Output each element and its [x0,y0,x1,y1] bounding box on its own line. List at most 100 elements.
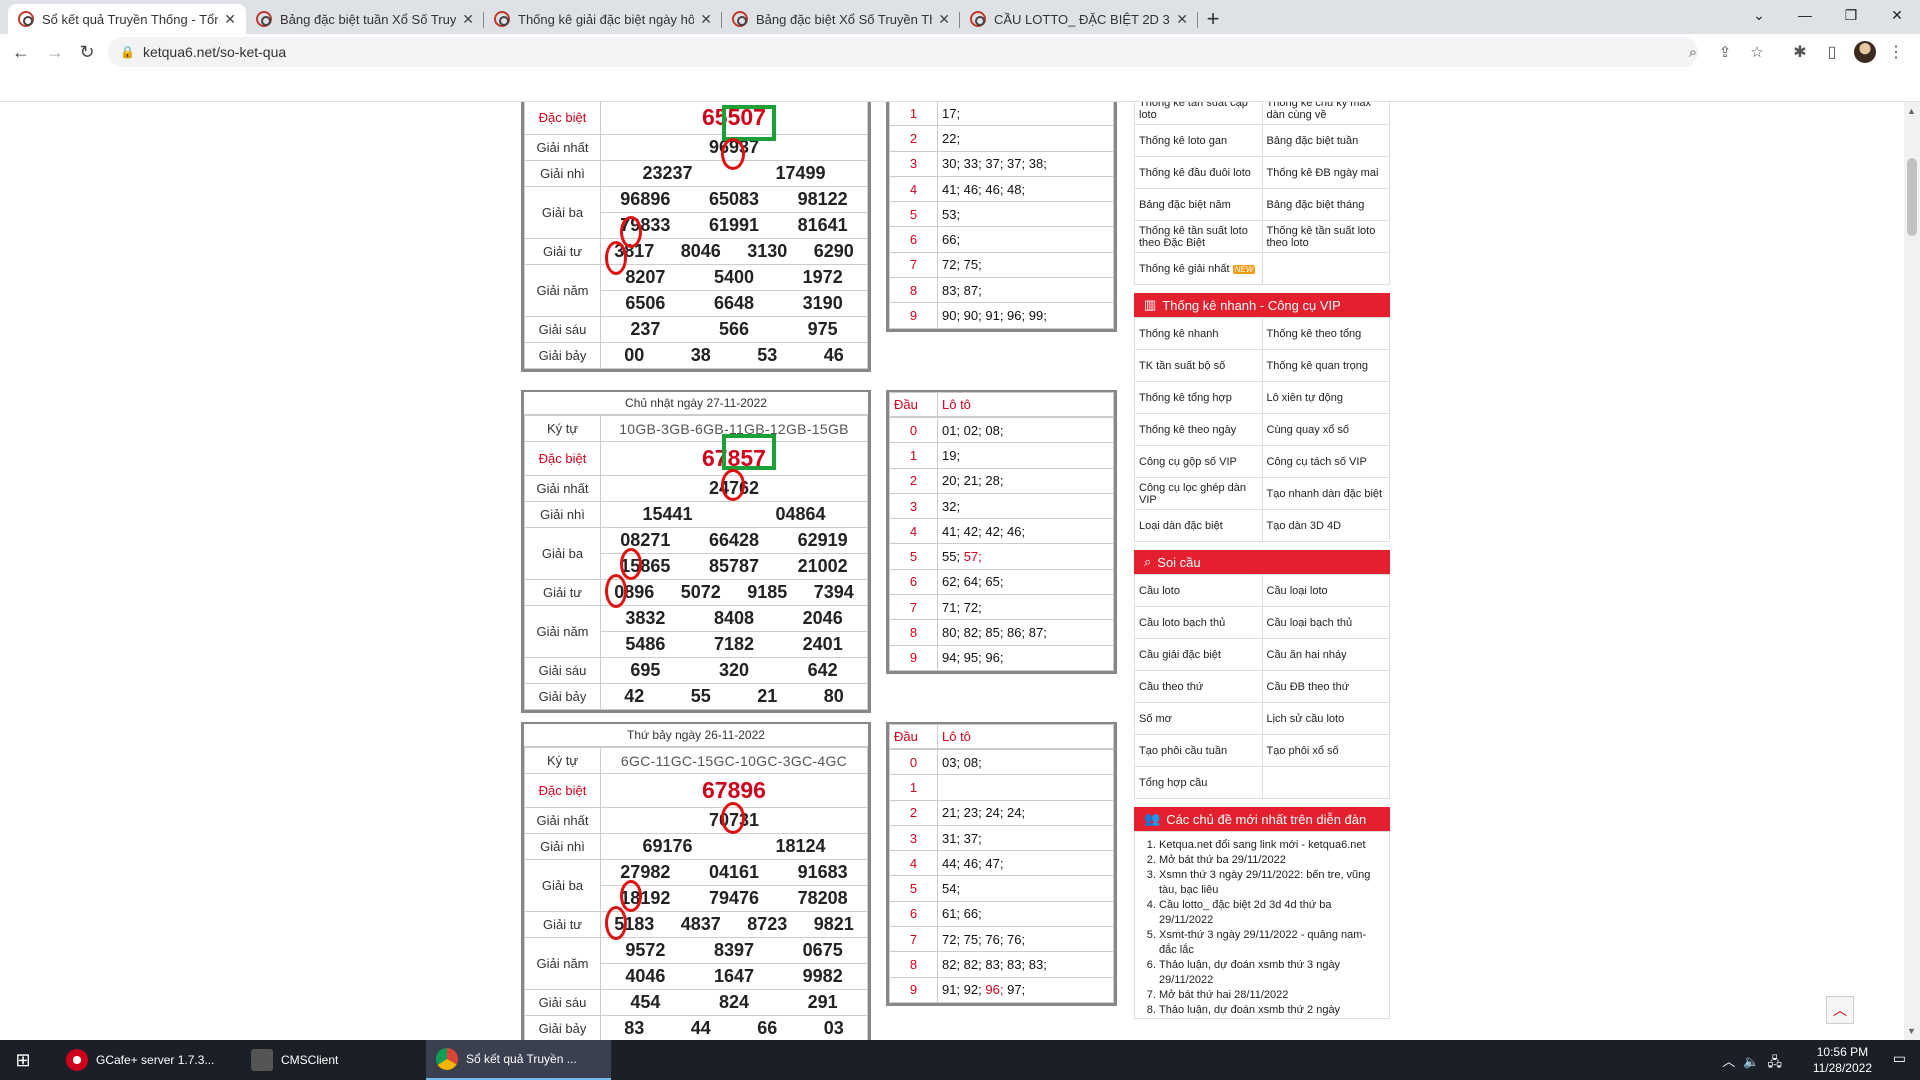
sidebar-link[interactable]: Thống kê tần suất loto theo loto [1261,220,1390,253]
scroll-down-icon[interactable]: ▼ [1907,1026,1916,1036]
side-panel-icon[interactable]: ▯ [1816,34,1848,70]
chevron-up-icon[interactable]: ︿ [1722,1054,1743,1069]
volume-icon[interactable]: 🔈 [1743,1054,1767,1069]
sidebar-link[interactable]: Số mơ [1134,702,1263,735]
prize-label: Giải nhì [524,833,601,860]
notification-icon[interactable]: ▭ [1893,1050,1906,1067]
prize-value: 9982 [802,966,843,986]
close-icon[interactable]: ✕ [224,11,236,28]
sidebar-link[interactable]: Cầu loại loto [1261,574,1390,607]
sidebar-link[interactable]: Cầu theo thứ [1134,670,1263,703]
back-icon[interactable]: ← [4,35,38,69]
extensions-icon[interactable]: ✱ [1784,34,1816,70]
sidebar-link[interactable]: Cầu giải đặc biệt [1134,638,1263,671]
sidebar-link[interactable]: Cầu loại bạch thủ [1261,606,1390,639]
sidebar-link[interactable]: Cầu loto bạch thủ [1134,606,1263,639]
maximize-icon[interactable]: ❐ [1828,0,1874,30]
prize-value: 81641 [797,215,848,235]
sidebar-link[interactable]: Thống kê tần suất loto theo Đặc Biệt [1134,220,1263,253]
close-icon[interactable]: ✕ [938,11,950,28]
browser-tab[interactable]: CẦU LOTTO_ ĐẶC BIỆT 2D 3D 4D ✕ [960,4,1198,34]
prize-value: 85787 [708,556,760,576]
sidebar-link[interactable]: Bảng đặc biệt tuần [1261,124,1390,157]
sidebar-link[interactable]: Thống kê giải nhất NEW [1134,252,1263,285]
sidebar-link[interactable]: Thống kê ĐB ngày mai [1261,156,1390,189]
forum-topic-link[interactable]: Mở bát thứ ba 29/11/2022 [1159,853,1383,868]
lock-icon[interactable]: 🔒 [120,45,135,59]
close-icon[interactable]: ✕ [700,11,712,28]
sidebar-link[interactable]: Tạo phôi xổ số [1261,734,1390,767]
sidebar-link[interactable]: Cùng quay xổ số [1261,413,1390,446]
prize-value: 8397 [713,940,755,960]
forum-topic-link[interactable]: Cầu lotto_ đặc biệt 2d 3d 4d thứ ba 29/1… [1159,898,1383,928]
forum-topic-link[interactable]: Xsmt-thứ 3 ngày 29/11/2022 - quảng nam-đ… [1159,928,1383,958]
sidebar-link[interactable]: Thống kê theo tổng [1261,317,1390,350]
taskbar-item[interactable]: CMSClient [241,1040,426,1080]
network-icon[interactable]: 🖧 [1768,1054,1791,1069]
minimize-icon[interactable]: — [1782,0,1828,30]
browser-tab[interactable]: Bảng đặc biệt tuần Xổ Số Truyền ✕ [246,4,484,34]
scroll-up-icon[interactable]: ▲ [1907,106,1916,116]
sidebar-link[interactable]: Cầu ăn hai nháy [1261,638,1390,671]
sidebar-link[interactable]: Cầu ĐB theo thứ [1261,670,1390,703]
prize-label: Giải ba [524,186,601,239]
forum-topic-link[interactable]: Ketqua.net đổi sang link mới - ketqua6.n… [1159,838,1383,853]
share-icon[interactable]: ⇪ [1710,37,1740,67]
reload-icon[interactable]: ↻ [70,35,104,69]
loto-text: 03; 08; [942,754,982,770]
sidebar-link[interactable]: Công cụ gộp số VIP [1134,445,1263,478]
sidebar-link[interactable]: Thống kê tần suất cặp loto [1134,102,1263,125]
new-badge: NEW [1232,264,1256,274]
forum-topic-link[interactable]: Xsmn thứ 3 ngày 29/11/2022: bến tre, vũn… [1159,868,1383,898]
vertical-scrollbar[interactable]: ▲ ▼ [1904,102,1920,1040]
sidebar-link[interactable]: Thống kê tổng hợp [1134,381,1263,414]
sidebar-link[interactable]: Công cụ lọc ghép dàn VIP [1134,477,1263,510]
windows-start-icon[interactable]: ⊞ [0,1040,46,1080]
scrollbar-thumb[interactable] [1907,158,1917,236]
tab-search-icon[interactable]: ⌄ [1736,0,1782,30]
scroll-top-icon[interactable]: ︿ [1826,996,1854,1024]
forum-topic-link[interactable]: Thảo luận, dự đoán xsmb thứ 2 ngày [1159,1003,1383,1018]
prize-value: 5072 [680,582,721,602]
sidebar-link[interactable]: Thống kê loto gan [1134,124,1263,157]
sidebar-link[interactable]: Bảng đặc biệt tháng [1261,188,1390,221]
sidebar-link[interactable]: Thống kê theo ngày [1134,413,1263,446]
sidebar-link[interactable]: Bảng đặc biệt năm [1134,188,1263,221]
close-icon[interactable]: ✕ [462,11,474,28]
sidebar-link[interactable]: Thống kê chu kỳ max dàn cùng về [1261,102,1390,125]
forum-topic-link[interactable]: Thảo luận, dự đoán xsmb thứ 3 ngày 29/11… [1159,958,1383,988]
clock[interactable]: 10:56 PM 11/28/2022 [1813,1044,1872,1076]
new-tab-icon[interactable]: + [1198,4,1228,34]
sidebar-link[interactable]: Loại dàn đặc biệt [1134,509,1263,542]
sidebar-link[interactable]: Tạo phôi cầu tuần [1134,734,1263,767]
bookmark-star-icon[interactable]: ☆ [1742,37,1772,67]
sidebar-link[interactable]: Thống kê nhanh [1134,317,1263,350]
menu-icon[interactable]: ⋮ [1880,34,1912,70]
sidebar-link[interactable]: Lịch sử cầu loto [1261,702,1390,735]
taskbar-item[interactable]: GCafe+ server 1.7.3... [56,1040,241,1080]
sidebar-link[interactable]: Cầu loto [1134,574,1263,607]
forward-icon[interactable]: → [38,35,72,69]
sidebar-link[interactable]: Lô xiên tự động [1261,381,1390,414]
window-close-icon[interactable]: ✕ [1874,0,1920,30]
browser-tab[interactable]: Bảng đặc biệt Xổ Số Truyền Thốn ✕ [722,4,960,34]
taskbar-item[interactable]: Sổ kết quả Truyền ... [426,1040,611,1080]
avatar[interactable] [1854,41,1876,63]
forum-topic-link[interactable]: Mở bát thứ hai 28/11/2022 [1159,988,1383,1003]
sidebar-link[interactable]: Thống kê đầu đuôi loto [1134,156,1263,189]
browser-tab[interactable]: Sổ kết quả Truyền Thống - Tổng ✕ [8,4,246,34]
sidebar-link[interactable]: TK tần suất bộ số [1134,349,1263,382]
address-bar[interactable]: 🔒 ketqua6.net/so-ket-qua ⌕ ⇪ ☆ [108,37,1764,67]
sidebar-link[interactable]: Công cụ tách số VIP [1261,445,1390,478]
sidebar-link[interactable]: Tạo dàn 3D 4D [1261,509,1390,542]
system-tray[interactable]: ︿🔈🖧 [1722,1051,1790,1075]
browser-tab[interactable]: Thống kê giải đặc biệt ngày hôm ✕ [484,4,722,34]
section-title: Các chủ đề mới nhất trên diễn đàn [1166,811,1367,827]
sidebar-link[interactable]: Thống kê quan trọng [1261,349,1390,382]
close-icon[interactable]: ✕ [1176,11,1188,28]
sidebar-link[interactable]: Tổng hợp cầu [1134,766,1263,799]
sidebar-link[interactable]: Tạo nhanh dàn đặc biệt [1261,477,1390,510]
loto-values: 41; 42; 42; 46; [937,518,1114,545]
zoom-icon[interactable]: ⌕ [1678,37,1708,67]
prize-value: 454 [630,992,661,1012]
